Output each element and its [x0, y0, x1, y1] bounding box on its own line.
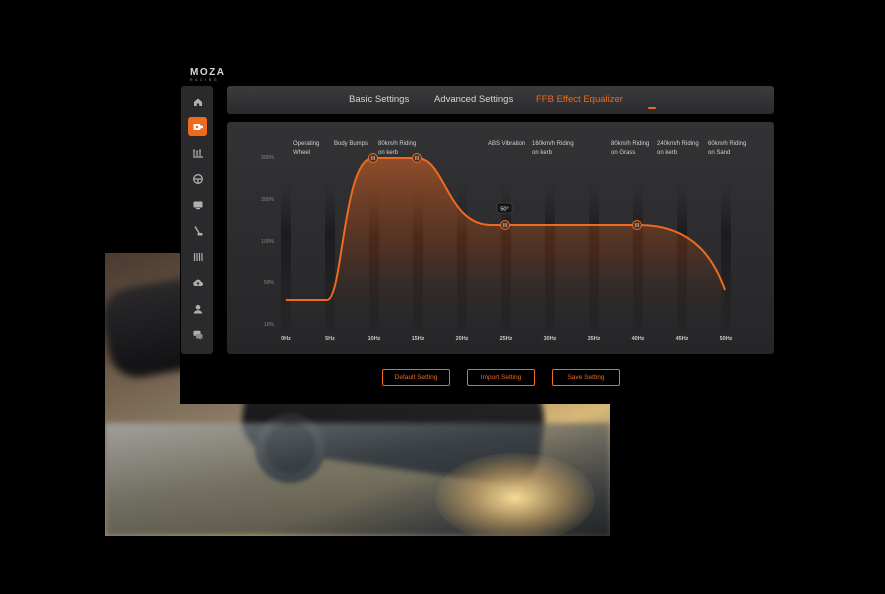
- effect-label-line2: on Grass: [611, 150, 635, 156]
- x-axis-tick-label: 35Hz: [588, 336, 601, 342]
- moza-logo: MOZA RACING: [190, 68, 225, 83]
- x-axis-tick-label: 50Hz: [720, 336, 733, 342]
- effect-label-line2: on kerb: [657, 150, 678, 156]
- x-axis-tick-label: 30Hz: [544, 336, 557, 342]
- sidebar-item-pedals[interactable]: [188, 143, 207, 162]
- effect-label-line1: 240km/h Riding: [657, 141, 699, 147]
- tab-ffb-effect-equalizer[interactable]: FFB Effect Equalizer: [536, 94, 623, 105]
- effect-label-line2: on Sand: [708, 150, 730, 156]
- effect-label-line2: Wheel: [293, 150, 310, 156]
- equalizer-handle[interactable]: [368, 153, 378, 163]
- tab-basic-settings[interactable]: Basic Settings: [349, 94, 409, 105]
- y-axis-tick-label: 10%: [264, 322, 275, 328]
- y-axis-tick-label: 100%: [261, 239, 274, 245]
- effect-label-line1: 160km/h Riding: [532, 141, 574, 147]
- action-buttons: Default Setting Import Setting Save Sett…: [180, 369, 783, 389]
- background-sun-glow: [435, 453, 595, 536]
- effect-label-line2: on kerb: [532, 150, 553, 156]
- x-axis-tick-label: 0Hz: [281, 336, 291, 342]
- x-axis-tick-label: 45Hz: [676, 336, 689, 342]
- sidebar-item-handbrake[interactable]: [188, 221, 207, 240]
- save-setting-button[interactable]: Save Setting: [552, 369, 620, 386]
- equalizer-handle[interactable]: [412, 153, 422, 163]
- sidebar: [181, 86, 213, 354]
- effect-label-line1: 80km/h Riding: [378, 141, 416, 147]
- effect-label-line1: 60km/h Riding: [708, 141, 746, 147]
- sidebar-item-wheelbase[interactable]: [188, 117, 207, 136]
- logo-subtext: RACING: [190, 78, 220, 82]
- effect-label-line2: on kerb: [378, 150, 399, 156]
- y-axis-tick-label: 500%: [261, 155, 274, 161]
- default-setting-button[interactable]: Default Setting: [382, 369, 450, 386]
- wheelbase-icon: [193, 123, 203, 130]
- y-axis-tick-label: 50%: [264, 280, 275, 286]
- import-setting-button[interactable]: Import Setting: [467, 369, 535, 386]
- effect-label-line1: Body Bumps: [334, 141, 368, 147]
- user-icon: [193, 304, 202, 313]
- sidebar-item-dashboard[interactable]: [188, 195, 207, 214]
- ffb-equalizer-chart: 500% 200% 100% 50% 10% 0Hz 5Hz 10Hz 15Hz 20Hz 25H…: [261, 141, 746, 342]
- tab-advanced-settings[interactable]: Advanced Settings: [434, 94, 513, 105]
- active-tab-indicator: [648, 107, 656, 109]
- equalizer-handle[interactable]: [500, 220, 510, 230]
- effect-label-line1: 80km/h Riding: [611, 141, 649, 147]
- home-icon: [193, 98, 202, 106]
- handbrake-icon: [193, 225, 202, 235]
- value-tooltip: 50°: [496, 202, 513, 214]
- pedals-icon: [192, 149, 203, 158]
- effect-label-line1: ABS Vibration: [488, 141, 525, 147]
- sidebar-item-chat[interactable]: [188, 325, 207, 344]
- logo-text: MOZA: [190, 67, 226, 78]
- tooltip-text: 50°: [500, 207, 508, 213]
- settings-tabs: Basic Settings Advanced Settings FFB Eff…: [227, 86, 774, 114]
- sidebar-item-shifter[interactable]: [188, 247, 207, 266]
- sidebar-item-user[interactable]: [188, 299, 207, 318]
- shifter-icon: [193, 252, 203, 261]
- x-axis-tick-label: 20Hz: [456, 336, 469, 342]
- steering-wheel-icon: [192, 173, 203, 184]
- x-axis-tick-label: 15Hz: [412, 336, 425, 342]
- chat-icon: [193, 330, 202, 340]
- effect-label-line1: Operating: [293, 141, 319, 147]
- sidebar-item-home[interactable]: [188, 92, 207, 111]
- equalizer-panel: 500% 200% 100% 50% 10% 0Hz 5Hz 10Hz 15Hz 20Hz 25H…: [227, 122, 774, 354]
- equalizer-handle[interactable]: [632, 220, 642, 230]
- x-axis-tick-label: 10Hz: [368, 336, 381, 342]
- cloud-upload-icon: [192, 279, 203, 286]
- x-axis-tick-label: 25Hz: [500, 336, 513, 342]
- y-axis-tick-label: 200%: [261, 197, 274, 203]
- sidebar-item-steering-wheel[interactable]: [188, 169, 207, 188]
- x-axis-tick-label: 5Hz: [325, 336, 335, 342]
- dashboard-icon: [193, 201, 202, 209]
- app-window: MOZA RACING Basic Settings Advanced Sett…: [180, 62, 783, 404]
- sidebar-item-cloud[interactable]: [188, 273, 207, 292]
- x-axis-tick-label: 40Hz: [632, 336, 645, 342]
